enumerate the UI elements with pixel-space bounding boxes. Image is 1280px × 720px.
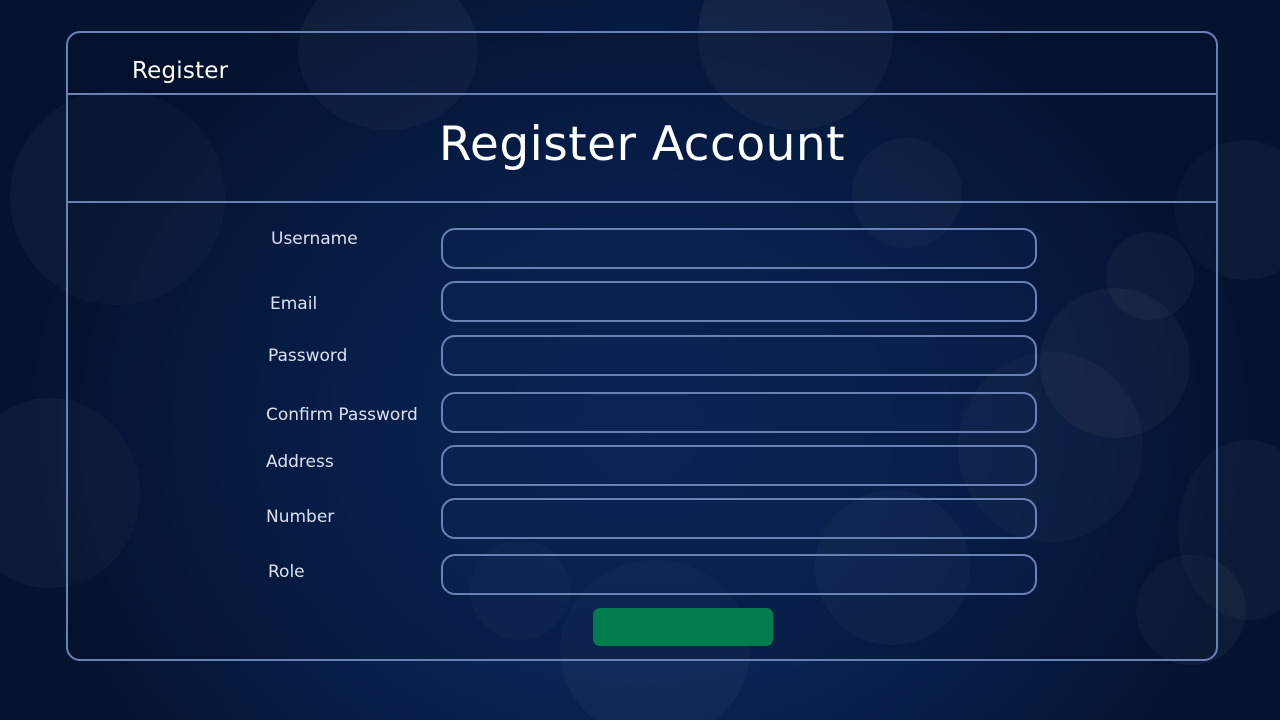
username-label: Username <box>271 229 358 249</box>
number-label: Number <box>266 507 335 527</box>
number-input[interactable] <box>441 498 1037 539</box>
header-bar: Register <box>68 33 1216 95</box>
role-input[interactable] <box>441 554 1037 595</box>
address-input[interactable] <box>441 445 1037 486</box>
email-input[interactable] <box>441 281 1037 322</box>
password-label: Password <box>268 346 348 366</box>
register-submit-button[interactable] <box>593 608 773 646</box>
confirm-password-input[interactable] <box>441 392 1037 433</box>
role-label: Role <box>268 562 305 582</box>
confirm-password-label: Confirm Password <box>266 405 418 425</box>
username-input[interactable] <box>441 228 1037 269</box>
email-label: Email <box>270 294 318 314</box>
brand-title: Register <box>132 58 229 84</box>
page-title: Register Account <box>438 117 846 172</box>
address-label: Address <box>266 452 334 472</box>
password-input[interactable] <box>441 335 1037 376</box>
title-section: Register Account <box>68 95 1216 203</box>
